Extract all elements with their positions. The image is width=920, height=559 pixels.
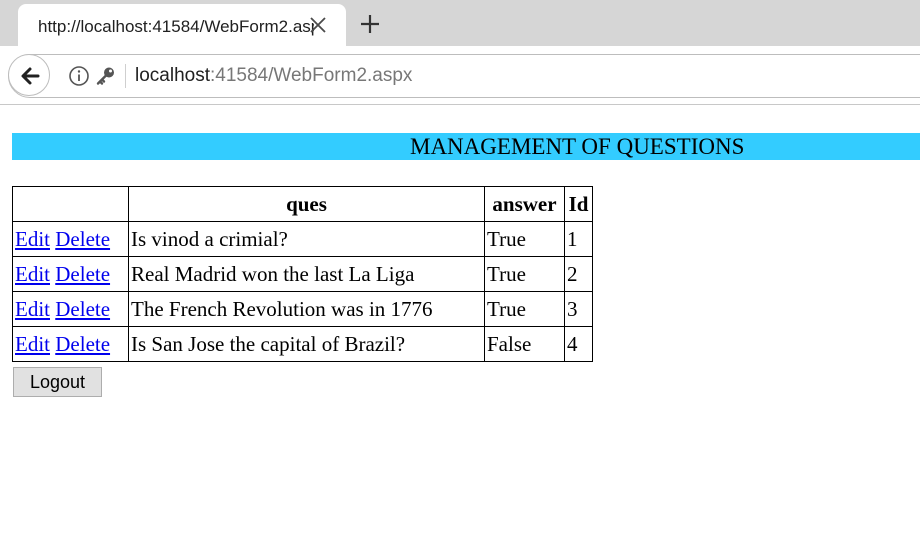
url-path: :41584/WebForm2.aspx bbox=[210, 65, 413, 86]
edit-link[interactable]: Edit bbox=[15, 262, 50, 286]
row-actions: Edit Delete bbox=[12, 256, 129, 292]
cell-id: 3 bbox=[564, 291, 593, 327]
key-icon[interactable] bbox=[95, 65, 117, 92]
url-separator bbox=[125, 64, 126, 88]
header-ques: ques bbox=[128, 186, 485, 222]
delete-link[interactable]: Delete bbox=[55, 297, 110, 321]
table-header-row: ques answer Id bbox=[12, 186, 593, 222]
delete-link[interactable]: Delete bbox=[55, 332, 110, 356]
logout-button[interactable]: Logout bbox=[13, 367, 102, 397]
cell-id: 1 bbox=[564, 221, 593, 257]
page-title-banner: MANAGEMENT OF QUESTIONS bbox=[12, 133, 920, 160]
browser-tab[interactable]: http://localhost:41584/WebForm2.aspx bbox=[18, 4, 346, 46]
tab-title: http://localhost:41584/WebForm2.aspx bbox=[38, 17, 314, 36]
cell-ques: Real Madrid won the last La Liga bbox=[128, 256, 485, 292]
cell-ques: The French Revolution was in 1776 bbox=[128, 291, 485, 327]
table-row: Edit Delete Is San Jose the capital of B… bbox=[12, 326, 593, 362]
cell-answer: True bbox=[484, 256, 565, 292]
delete-link[interactable]: Delete bbox=[55, 262, 110, 286]
row-actions: Edit Delete bbox=[12, 326, 129, 362]
row-actions: Edit Delete bbox=[12, 291, 129, 327]
info-icon[interactable] bbox=[68, 65, 90, 92]
cell-id: 4 bbox=[564, 326, 593, 362]
navigation-bar: localhost:41584/WebForm2.aspx bbox=[0, 46, 920, 105]
address-bar[interactable]: localhost:41584/WebForm2.aspx bbox=[8, 54, 920, 98]
table-row: Edit Delete Real Madrid won the last La … bbox=[12, 256, 593, 292]
cell-answer: False bbox=[484, 326, 565, 362]
header-answer: answer bbox=[484, 186, 565, 222]
table-row: Edit Delete Is vinod a crimial? True 1 bbox=[12, 221, 593, 257]
cell-ques: Is vinod a crimial? bbox=[128, 221, 485, 257]
header-actions bbox=[12, 186, 129, 222]
url-text[interactable]: localhost:41584/WebForm2.aspx bbox=[135, 64, 412, 88]
edit-link[interactable]: Edit bbox=[15, 297, 50, 321]
cell-answer: True bbox=[484, 291, 565, 327]
cell-ques: Is San Jose the capital of Brazil? bbox=[128, 326, 485, 362]
edit-link[interactable]: Edit bbox=[15, 332, 50, 356]
cell-answer: True bbox=[484, 221, 565, 257]
questions-table: ques answer Id Edit Delete Is vinod a cr… bbox=[12, 186, 593, 362]
url-host: localhost bbox=[135, 65, 210, 86]
back-button[interactable] bbox=[8, 54, 50, 96]
page-title: MANAGEMENT OF QUESTIONS bbox=[410, 134, 745, 159]
back-arrow-icon bbox=[21, 67, 40, 85]
close-tab-icon[interactable] bbox=[308, 15, 328, 35]
delete-link[interactable]: Delete bbox=[55, 227, 110, 251]
header-id: Id bbox=[564, 186, 593, 222]
new-tab-icon[interactable] bbox=[358, 12, 382, 36]
row-actions: Edit Delete bbox=[12, 221, 129, 257]
table-row: Edit Delete The French Revolution was in… bbox=[12, 291, 593, 327]
cell-id: 2 bbox=[564, 256, 593, 292]
edit-link[interactable]: Edit bbox=[15, 227, 50, 251]
tab-strip: http://localhost:41584/WebForm2.aspx bbox=[0, 0, 920, 46]
